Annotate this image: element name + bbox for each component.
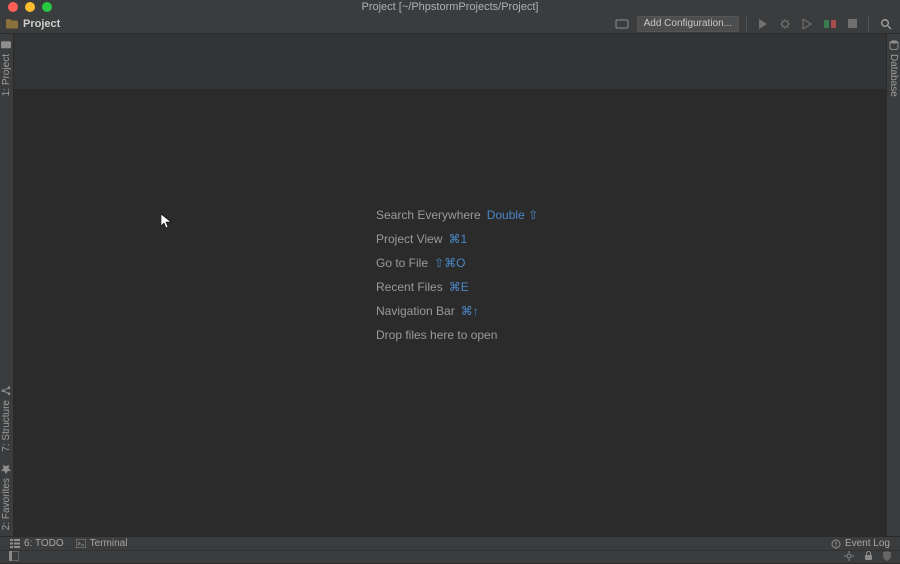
left-tool-rail: 1: Project 7: Structure 2: Favorites — [0, 34, 14, 536]
editor-tab-shelf — [14, 34, 886, 89]
window-title: Project [~/PhpstormProjects/Project] — [0, 1, 900, 13]
right-tool-rail: Database — [886, 34, 900, 536]
tool-window-database[interactable]: Database — [888, 34, 899, 103]
toolbar-right: Add Configuration... — [611, 16, 896, 32]
attach-debugger-icon[interactable] — [820, 16, 840, 32]
terminal-icon — [76, 539, 86, 548]
navigation-bar: Project Add Configuration... — [0, 14, 900, 34]
ide-settings-icon[interactable] — [839, 550, 859, 564]
hint-search-everywhere: Search Everywhere Double ⇧ — [376, 208, 538, 222]
hint-label: Navigation Bar — [376, 304, 455, 318]
event-log-icon — [831, 539, 841, 549]
bottom-tool-strip: 6: TODO Terminal Event Log — [0, 536, 900, 550]
hint-shortcut: ⇧⌘O — [434, 256, 465, 270]
search-icon[interactable] — [876, 16, 896, 32]
minimize-window-button[interactable] — [25, 2, 35, 12]
toolbar-separator — [746, 17, 747, 31]
run-coverage-icon[interactable] — [798, 16, 816, 32]
tool-window-event-log-label: Event Log — [845, 538, 890, 549]
hint-label: Search Everywhere — [376, 208, 481, 222]
breadcrumb[interactable]: Project — [4, 18, 611, 30]
hint-label: Go to File — [376, 256, 428, 270]
hint-drop-files: Drop files here to open — [376, 328, 497, 342]
star-icon — [2, 464, 12, 474]
hint-shortcut: ⌘↑ — [461, 304, 479, 318]
tool-window-project-label: 1: Project — [1, 54, 12, 96]
close-window-button[interactable] — [8, 2, 18, 12]
tool-window-todo-label: 6: TODO — [24, 538, 64, 549]
hint-go-to-file: Go to File ⇧⌘O — [376, 256, 465, 270]
build-icon[interactable] — [611, 16, 633, 32]
hint-label: Recent Files — [376, 280, 443, 294]
tool-window-event-log[interactable]: Event Log — [825, 538, 896, 549]
database-icon — [889, 40, 899, 50]
status-bar — [0, 550, 900, 563]
editor-empty-state[interactable]: Search Everywhere Double ⇧ Project View … — [14, 34, 886, 536]
hint-shortcut: Double ⇧ — [487, 208, 538, 222]
project-icon — [2, 40, 12, 50]
stop-icon[interactable] — [844, 16, 861, 32]
tool-window-structure[interactable]: 7: Structure — [1, 380, 12, 458]
tool-window-favorites[interactable]: 2: Favorites — [1, 458, 12, 536]
hint-shortcut: ⌘1 — [448, 232, 467, 246]
hint-navigation-bar: Navigation Bar ⌘↑ — [376, 304, 479, 318]
todo-icon — [10, 539, 20, 548]
lock-icon[interactable] — [859, 550, 878, 564]
add-configuration-button[interactable]: Add Configuration... — [637, 16, 739, 32]
hint-label: Project View — [376, 232, 442, 246]
tool-window-database-label: Database — [888, 54, 899, 97]
tool-window-structure-label: 7: Structure — [1, 400, 12, 452]
toolbar-separator — [868, 17, 869, 31]
hint-recent-files: Recent Files ⌘E — [376, 280, 469, 294]
hint-shortcut: ⌘E — [449, 280, 469, 294]
debug-icon[interactable] — [776, 16, 794, 32]
hide-tool-windows-icon[interactable] — [4, 550, 24, 564]
title-bar: Project [~/PhpstormProjects/Project] — [0, 0, 900, 14]
structure-icon — [2, 386, 12, 396]
window-controls — [0, 2, 52, 12]
hint-project-view: Project View ⌘1 — [376, 232, 467, 246]
tool-window-favorites-label: 2: Favorites — [1, 478, 12, 530]
run-icon[interactable] — [754, 16, 772, 32]
tool-window-todo[interactable]: 6: TODO — [4, 538, 70, 549]
inspection-profile-icon[interactable] — [878, 550, 896, 564]
breadcrumb-project[interactable]: Project — [23, 18, 60, 30]
editor-hints: Search Everywhere Double ⇧ Project View … — [14, 208, 886, 342]
folder-icon — [6, 19, 18, 29]
zoom-window-button[interactable] — [42, 2, 52, 12]
tool-window-terminal[interactable]: Terminal — [70, 538, 134, 549]
tool-window-terminal-label: Terminal — [90, 538, 128, 549]
tool-window-project[interactable]: 1: Project — [1, 34, 12, 102]
